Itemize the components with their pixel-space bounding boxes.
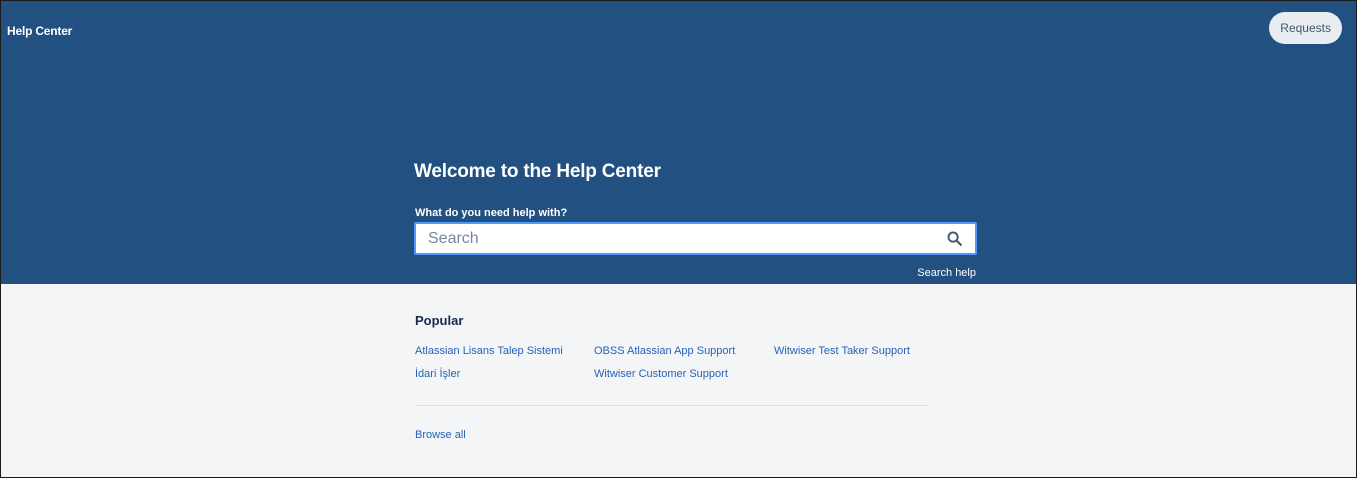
popular-link-idari-isler[interactable]: İdari İşler <box>415 368 460 380</box>
search-label: What do you need help with? <box>415 207 568 219</box>
search-icon[interactable] <box>939 224 969 253</box>
search-input[interactable] <box>416 224 939 253</box>
help-center-page: Help Center Requests Welcome to the Help… <box>0 0 1357 478</box>
hero-banner: Help Center Requests Welcome to the Help… <box>1 1 1356 284</box>
search-box[interactable] <box>414 222 977 255</box>
section-divider <box>415 405 929 406</box>
popular-link-witwiser-test-taker[interactable]: Witwiser Test Taker Support <box>774 345 910 357</box>
popular-link-obss-atlassian[interactable]: OBSS Atlassian App Support <box>594 345 735 357</box>
page-title: Welcome to the Help Center <box>414 161 661 182</box>
browse-all-link[interactable]: Browse all <box>415 429 466 441</box>
requests-button[interactable]: Requests <box>1269 12 1342 44</box>
popular-link-atlassian-lisans[interactable]: Atlassian Lisans Talep Sistemi <box>415 345 563 357</box>
search-help-link[interactable]: Search help <box>917 267 976 279</box>
popular-heading: Popular <box>415 313 464 328</box>
help-center-brand[interactable]: Help Center <box>7 24 72 38</box>
popular-link-witwiser-customer[interactable]: Witwiser Customer Support <box>594 368 728 380</box>
